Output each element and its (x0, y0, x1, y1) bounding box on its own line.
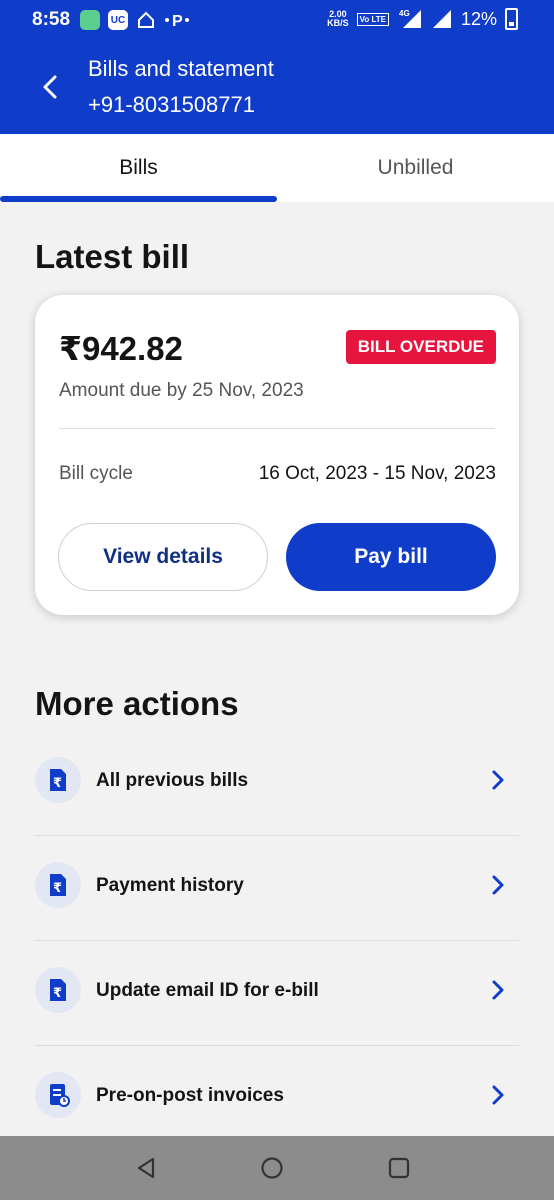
app-bar: Bills and statement +91-8031508771 (0, 40, 554, 134)
tab-indicator (0, 196, 277, 202)
bill-amount: ₹942.82 (59, 330, 183, 367)
action-label: Update email ID for e-bill (96, 980, 319, 1001)
uc-browser-icon: UC (108, 10, 128, 30)
battery-percent: 12% (460, 8, 497, 29)
home-icon (138, 11, 154, 28)
payment-app-icon: P (165, 13, 189, 30)
latest-bill-heading: Latest bill (35, 238, 190, 275)
action-payment-history[interactable]: ₹ Payment history (35, 836, 519, 941)
more-actions-heading: More actions (35, 685, 239, 722)
chevron-right-icon (492, 770, 504, 790)
action-update-email[interactable]: ₹ Update email ID for e-bill (35, 941, 519, 1046)
nav-back-icon[interactable] (134, 1156, 158, 1180)
due-date-text: Amount due by 25 Nov, 2023 (59, 380, 304, 401)
action-label: All previous bills (96, 770, 249, 791)
battery-icon (505, 8, 518, 30)
invoice-icon (35, 1072, 81, 1118)
account-number: +91-8031508771 (88, 92, 255, 117)
status-time: 8:58 (32, 9, 71, 30)
tab-unbilled[interactable]: Unbilled (277, 134, 554, 202)
latest-bill-card: ₹942.82 BILL OVERDUE Amount due by 25 No… (35, 295, 519, 615)
notification-icons: UC P (80, 10, 190, 30)
action-label: Pre-on-post invoices (96, 1085, 284, 1106)
nav-home-icon[interactable] (260, 1156, 284, 1180)
network-speed: 2.00 KB/S (327, 9, 349, 28)
rupee-document-icon: ₹ (35, 967, 81, 1013)
tab-bills[interactable]: Bills (0, 134, 277, 202)
page-title: Bills and statement (88, 56, 274, 81)
chat-app-icon (80, 10, 100, 30)
signal-icon (432, 10, 451, 28)
chevron-right-icon (492, 1085, 504, 1105)
nav-recents-icon[interactable] (387, 1156, 411, 1180)
status-badge: BILL OVERDUE (345, 330, 496, 364)
svg-text:₹: ₹ (53, 776, 62, 791)
chevron-right-icon (492, 980, 504, 1000)
action-label: Payment history (96, 875, 244, 896)
tab-bar: Bills Unbilled (0, 134, 554, 202)
system-status-icons: 2.00 KB/S Vo LTE 4G 12% (327, 8, 518, 30)
rupee-document-icon: ₹ (35, 862, 81, 908)
chevron-right-icon (492, 875, 504, 895)
svg-text:P: P (172, 13, 183, 30)
svg-text:4G: 4G (399, 9, 410, 18)
back-arrow-icon[interactable] (36, 72, 66, 102)
status-bar: 8:58 UC P 2.00 KB/S Vo LTE 4G 12% (0, 0, 554, 40)
bill-cycle-label: Bill cycle (59, 463, 133, 484)
pay-bill-button[interactable]: Pay bill (286, 523, 496, 591)
action-all-previous-bills[interactable]: ₹ All previous bills (35, 731, 519, 836)
bill-cycle-value: 16 Oct, 2023 - 15 Nov, 2023 (258, 463, 496, 484)
volte-badge: Vo LTE (356, 12, 389, 26)
svg-text:₹: ₹ (53, 881, 62, 896)
svg-text:₹: ₹ (53, 986, 62, 1001)
card-divider (59, 428, 495, 429)
system-nav-bar (0, 1136, 554, 1200)
signal-4g-icon: 4G (399, 9, 421, 28)
rupee-document-icon: ₹ (35, 757, 81, 803)
view-details-button[interactable]: View details (58, 523, 268, 591)
